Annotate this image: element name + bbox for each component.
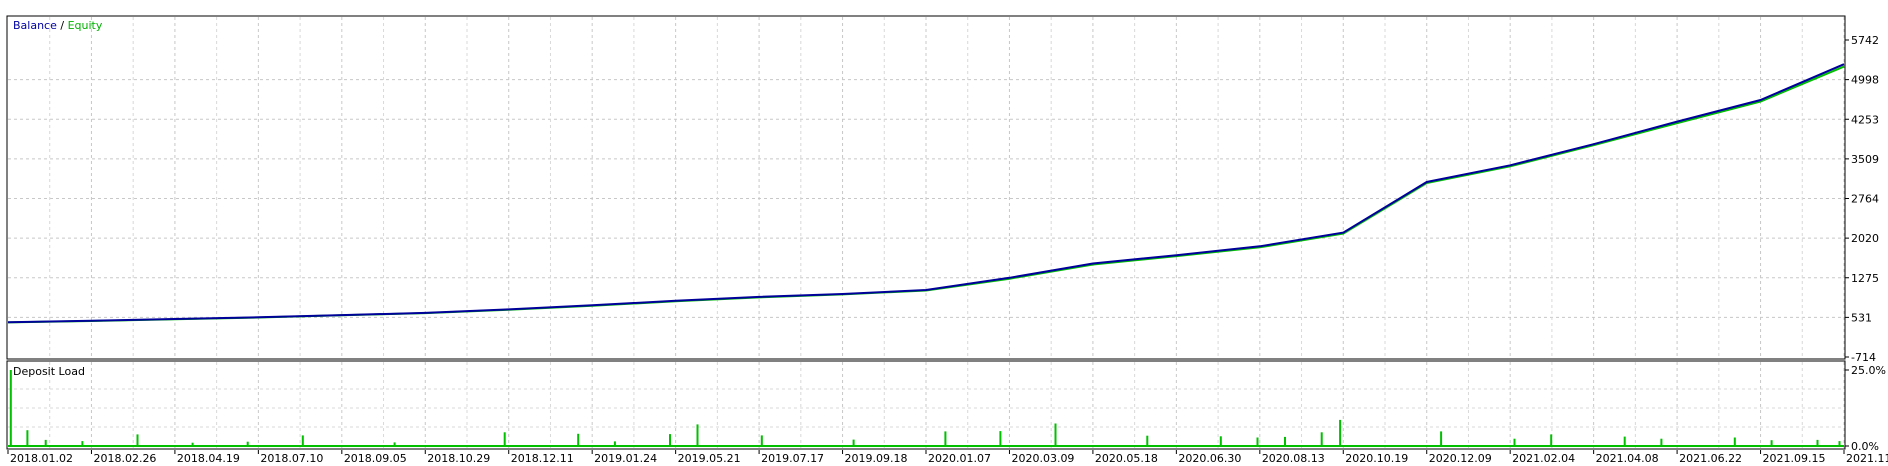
deposit-load-bar	[1146, 435, 1149, 446]
deposit-load-bar	[577, 433, 580, 446]
deposit-load-bar	[696, 424, 699, 446]
x-tick-label: 2020.01.07	[928, 452, 991, 465]
deposit-load-title: Deposit Load	[13, 365, 85, 378]
deposit-load-bar	[760, 435, 763, 446]
x-tick-label: 2020.08.13	[1262, 452, 1325, 465]
deposit-load-bar	[999, 431, 1002, 446]
x-tick-label: 2020.03.09	[1011, 452, 1074, 465]
x-tick-label: 2018.04.19	[177, 452, 240, 465]
y-tick-label: 5742	[1851, 34, 1879, 47]
deposit-load-bar	[1320, 432, 1323, 446]
y-axis-ticks: 5742 4998 4253 3509 2764 2020 1275 531 -71425.0%…	[1845, 34, 1886, 453]
deposit-load-tick-label: 25.0%	[1851, 364, 1886, 377]
deposit-load-bar	[9, 370, 12, 446]
x-tick-label: 2019.05.21	[678, 452, 741, 465]
x-tick-label: 2020.05.18	[1095, 452, 1158, 465]
deposit-load-bar	[1660, 438, 1663, 446]
x-tick-label: 2020.06.30	[1178, 452, 1241, 465]
x-tick-label: 2018.12.11	[511, 452, 574, 465]
deposit-load-bar	[1733, 437, 1736, 446]
legend-separator: /	[57, 19, 68, 32]
deposit-load-bar	[944, 431, 947, 446]
legend-balance: Balance	[13, 19, 57, 32]
balance-equity-chart: Balance / Equity Deposit Load 5742 4998 42…	[6, 15, 1888, 465]
x-tick-label: 2021.04.08	[1596, 452, 1659, 465]
x-tick-label: 2019.07.17	[761, 452, 824, 465]
y-tick-label: 4998	[1851, 74, 1879, 87]
x-tick-label: 2021.02.04	[1512, 452, 1575, 465]
y-tick-label: 2020	[1851, 232, 1879, 245]
legend-equity: Equity	[68, 19, 103, 32]
deposit-load-bar	[1623, 436, 1626, 446]
y-tick-label: -714	[1851, 351, 1876, 364]
deposit-load-bar	[1440, 431, 1443, 446]
deposit-load-bar	[1513, 438, 1516, 446]
x-tick-label: 2018.10.29	[427, 452, 490, 465]
deposit-load-bar	[136, 434, 139, 446]
deposit-load-bar	[1550, 434, 1553, 446]
deposit-load-bar	[1256, 437, 1259, 446]
y-tick-label: 3509	[1851, 153, 1879, 166]
x-tick-label: 2021.11.29	[1846, 452, 1888, 465]
deposit-load-bar	[1219, 436, 1222, 446]
y-tick-label: 4253	[1851, 113, 1879, 126]
x-tick-label: 2021.06.22	[1679, 452, 1742, 465]
x-tick-label: 2018.01.02	[10, 452, 73, 465]
x-tick-label: 2020.10.19	[1345, 452, 1408, 465]
x-axis-ticks: 2018.01.02 2018.02.26 2018.04.19 2018.07.10…	[7, 450, 1888, 465]
deposit-load-bar	[503, 432, 506, 446]
deposit-load-bar	[669, 434, 671, 446]
deposit-load-bar	[26, 430, 29, 446]
x-tick-label: 2018.09.05	[344, 452, 407, 465]
x-tick-label: 2019.01.24	[594, 452, 657, 465]
x-tick-label: 2021.09.15	[1763, 452, 1826, 465]
x-tick-label: 2018.02.26	[93, 452, 156, 465]
x-tick-label: 2018.07.10	[260, 452, 323, 465]
deposit-load-bar	[1284, 436, 1286, 446]
y-tick-label: 1275	[1851, 272, 1879, 285]
y-tick-label: 531	[1851, 311, 1872, 324]
x-tick-label: 2019.09.18	[845, 452, 908, 465]
x-tick-label: 2020.12.09	[1429, 452, 1492, 465]
deposit-load-bar	[1339, 419, 1342, 446]
y-tick-label: 2764	[1851, 193, 1879, 206]
deposit-load-bar	[301, 435, 304, 446]
deposit-load-bar	[1054, 423, 1057, 446]
legend: Balance / Equity	[13, 19, 103, 32]
